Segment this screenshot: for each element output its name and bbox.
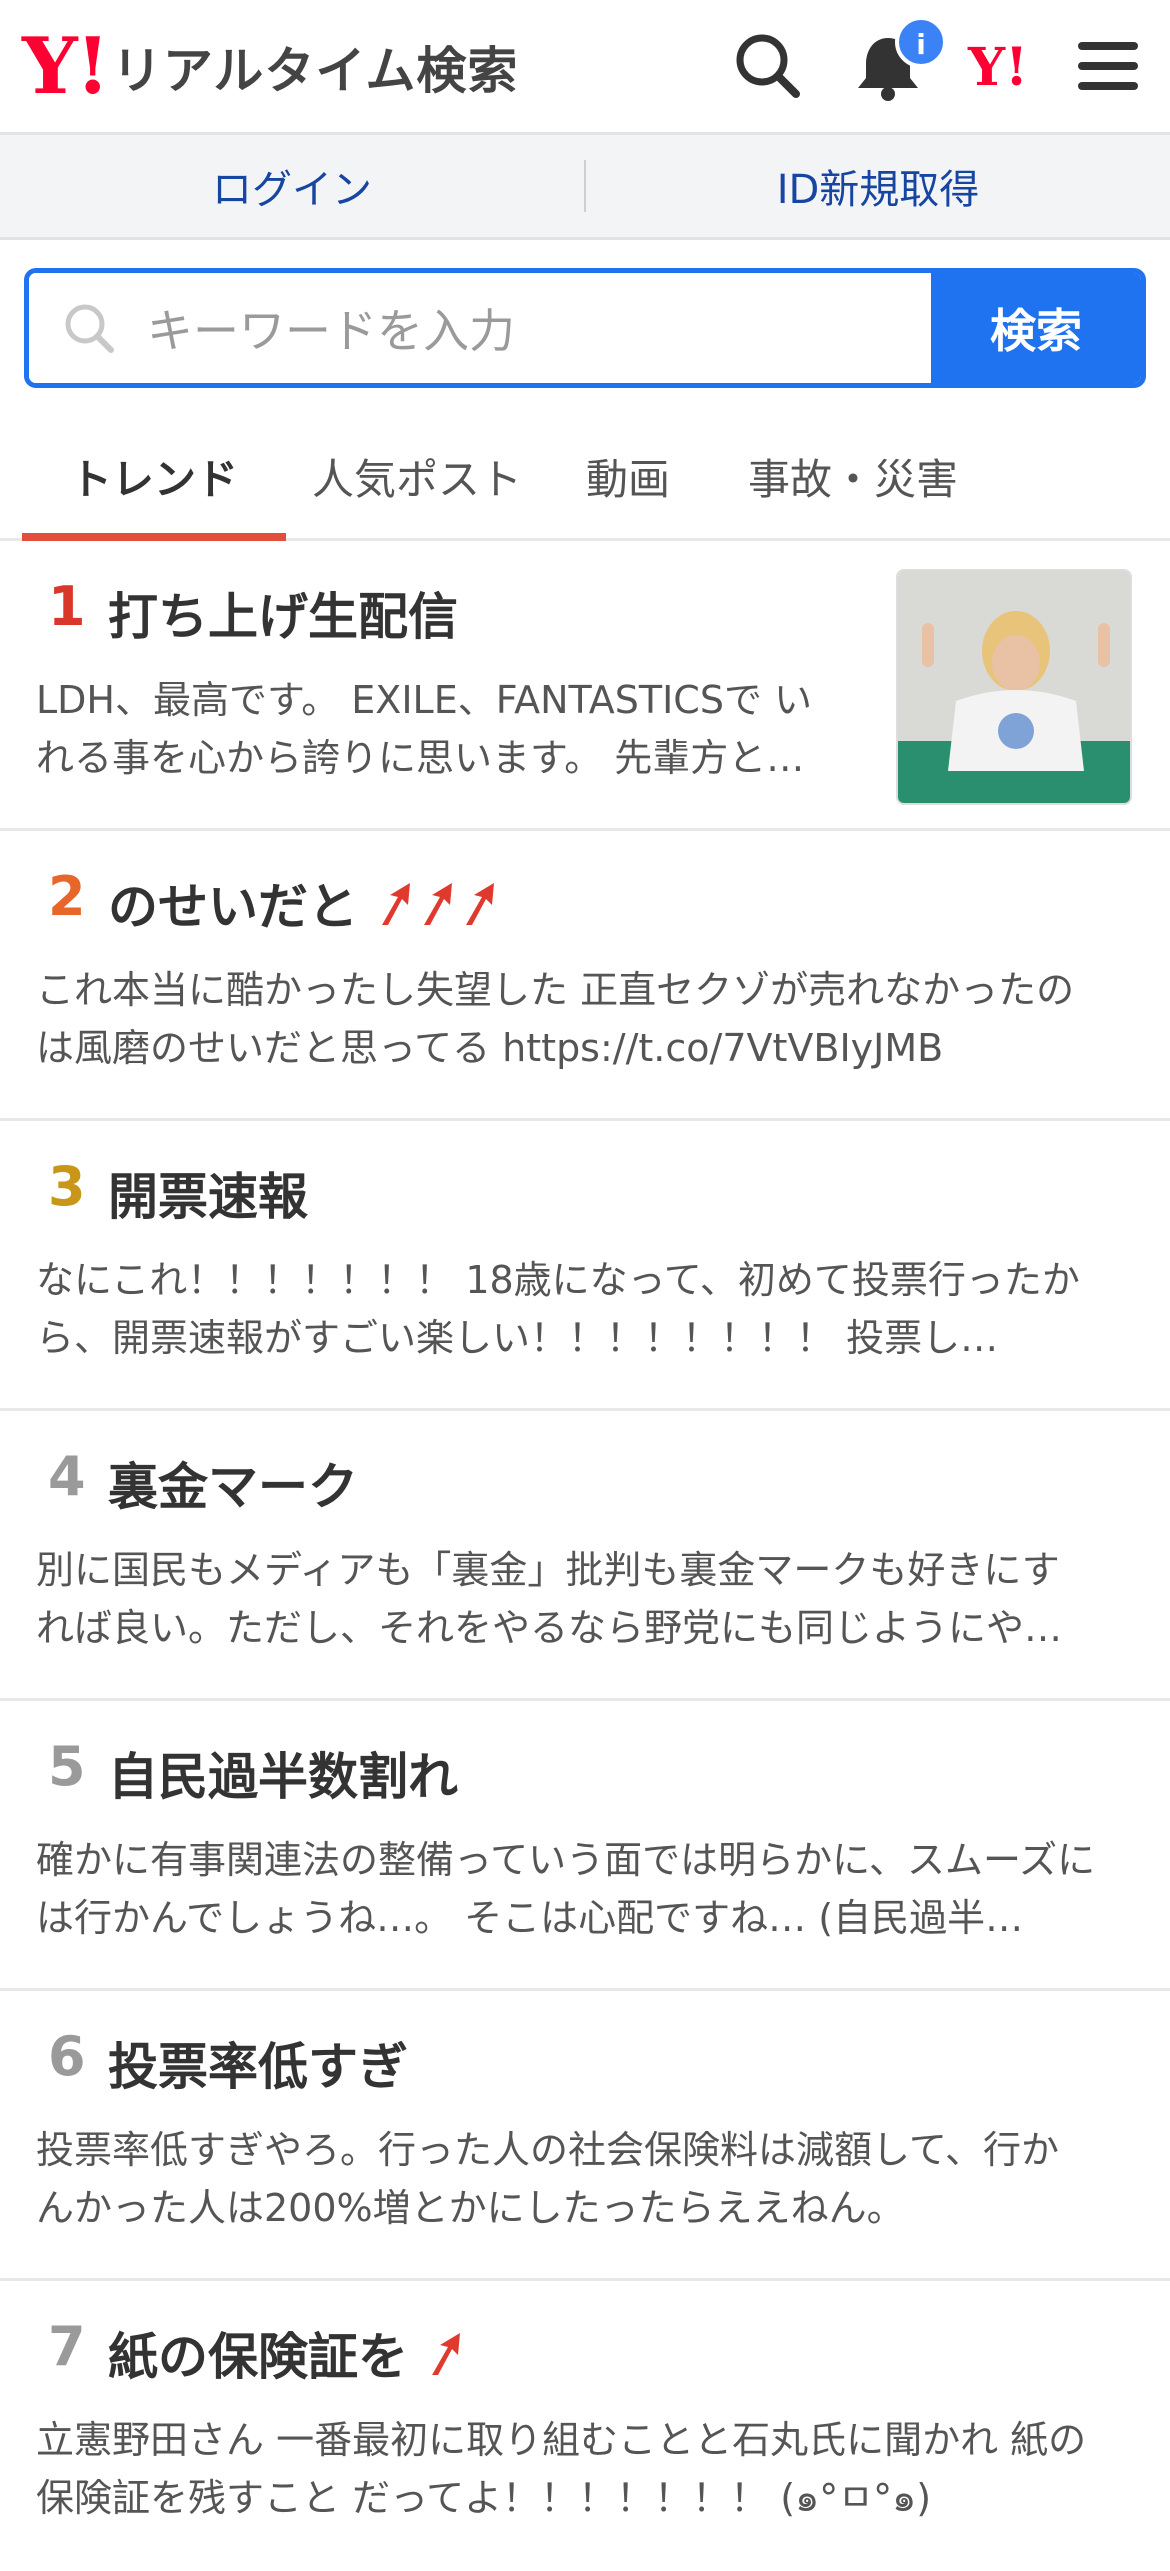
- trend-description: なにこれ！！！！！！！ 18歳になって、初めて投票行ったから、開票速報がすごい楽…: [36, 1258, 1080, 1360]
- hamburger-menu-icon[interactable]: [1070, 28, 1146, 104]
- search-area: キーワードを入力 検索: [0, 240, 1170, 388]
- trend-description: 別に国民もメディアも「裏金」批判も裏金マークも好きにすれば良い。ただし、それをや…: [36, 1548, 1063, 1650]
- trend-description: 確かに有事関連法の整備っていう面では明らかに、スムーズには行かんでしょうね…。 …: [36, 1838, 1096, 1940]
- login-link[interactable]: ログイン: [0, 157, 584, 215]
- rank-number: 6: [48, 2025, 86, 2088]
- trend-title[interactable]: 打ち上げ生配信: [108, 577, 458, 649]
- rising-arrows: [424, 2329, 466, 2377]
- search-button[interactable]: 検索: [931, 273, 1141, 383]
- trend-description: 投票率低すぎやろ。行った人の社会保険料は減額して、行かんかった人は200%増とか…: [36, 2128, 1059, 2230]
- trend-thumbnail[interactable]: [896, 569, 1132, 805]
- trend-title: 紙の保険証を: [108, 2328, 408, 2386]
- trend-list: 1 打ち上げ生配信 LDH、最高です。 EXILE、FANTASTICSで いれ…: [0, 541, 1170, 2571]
- rising-arrow-icon: [432, 2333, 460, 2375]
- notification-badge[interactable]: i: [895, 16, 947, 68]
- trend-item[interactable]: 7 紙の保険証を 立憲野田さん 一番最初に取り組むことと石丸氏に聞かれ 紙の保険…: [0, 2281, 1170, 2571]
- rank-number: 7: [48, 2315, 86, 2378]
- trend-title: のせいだと: [108, 878, 358, 936]
- trend-description: これ本当に酷かったし失望した 正直セクゾが売れなかったのは風磨のせいだと思ってる…: [36, 968, 1075, 1070]
- trend-item[interactable]: 3 開票速報 なにこれ！！！！！！！ 18歳になって、初めて投票行ったから、開票…: [0, 1121, 1170, 1411]
- rising-arrow-icon: [382, 883, 410, 925]
- rising-arrows: [374, 879, 500, 927]
- search-icon[interactable]: [730, 28, 806, 104]
- search-placeholder: キーワードを入力: [147, 304, 515, 358]
- yahoo-realtime-logo[interactable]: Y! リアルタイム検索: [22, 28, 518, 106]
- trend-description: 立憲野田さん 一番最初に取り組むことと石丸氏に聞かれ 紙の保険証を残すこと だっ…: [36, 2418, 1087, 2520]
- rank-number: 5: [48, 1735, 86, 1798]
- yahoo-japan-icon[interactable]: Y!: [968, 38, 1028, 98]
- rank-number: 3: [48, 1155, 86, 1218]
- trend-description: LDH、最高です。 EXILE、FANTASTICSで いれる事を心から誇りに思…: [36, 678, 813, 780]
- app-header: Y! リアルタイム検索 i Y!: [0, 0, 1170, 135]
- trend-title-wrap[interactable]: のせいだと: [108, 867, 500, 939]
- rank-number: 4: [48, 1445, 86, 1508]
- rank-number: 2: [48, 865, 86, 928]
- trend-title[interactable]: 開票速報: [108, 1157, 308, 1229]
- trend-title[interactable]: 自民過半数割れ: [108, 1737, 458, 1809]
- search-field-icon: [65, 304, 114, 353]
- trend-item[interactable]: 1 打ち上げ生配信 LDH、最高です。 EXILE、FANTASTICSで いれ…: [0, 541, 1170, 831]
- trend-item[interactable]: 6 投票率低すぎ 投票率低すぎやろ。行った人の社会保険料は減額して、行かんかった…: [0, 1991, 1170, 2281]
- tab-popular-posts[interactable]: 人気ポスト: [286, 414, 548, 538]
- rising-arrow-icon: [466, 883, 494, 925]
- trend-title[interactable]: 投票率低すぎ: [108, 2027, 408, 2099]
- tab-videos[interactable]: 動画: [548, 414, 708, 538]
- rank-number: 1: [48, 575, 86, 638]
- auth-bar: ログイン ID新規取得: [0, 135, 1170, 240]
- trend-item[interactable]: 4 裏金マーク 別に国民もメディアも「裏金」批判も裏金マークも好きにすれば良い。…: [0, 1411, 1170, 1701]
- logo-text: リアルタイム検索: [111, 42, 519, 100]
- signup-link[interactable]: ID新規取得: [586, 157, 1170, 215]
- tab-bar: トレンド 人気ポスト 動画 事故・災害: [0, 414, 1170, 541]
- trend-item[interactable]: 5 自民過半数割れ 確かに有事関連法の整備っていう面では明らかに、スムーズには行…: [0, 1701, 1170, 1991]
- tab-trend[interactable]: トレンド: [22, 414, 286, 541]
- trend-item[interactable]: 2 のせいだと これ本当に酷かったし失望した 正直セクゾが売れなかったのは風磨の…: [0, 831, 1170, 1121]
- search-input[interactable]: キーワードを入力: [29, 273, 931, 383]
- tab-accidents-disasters[interactable]: 事故・災害: [708, 414, 998, 538]
- search-box: キーワードを入力 検索: [24, 268, 1146, 388]
- rising-arrow-icon: [424, 883, 452, 925]
- yahoo-logo-mark: Y!: [22, 21, 110, 112]
- trend-title-wrap[interactable]: 紙の保険証を: [108, 2317, 466, 2389]
- trend-title[interactable]: 裏金マーク: [108, 1447, 358, 1519]
